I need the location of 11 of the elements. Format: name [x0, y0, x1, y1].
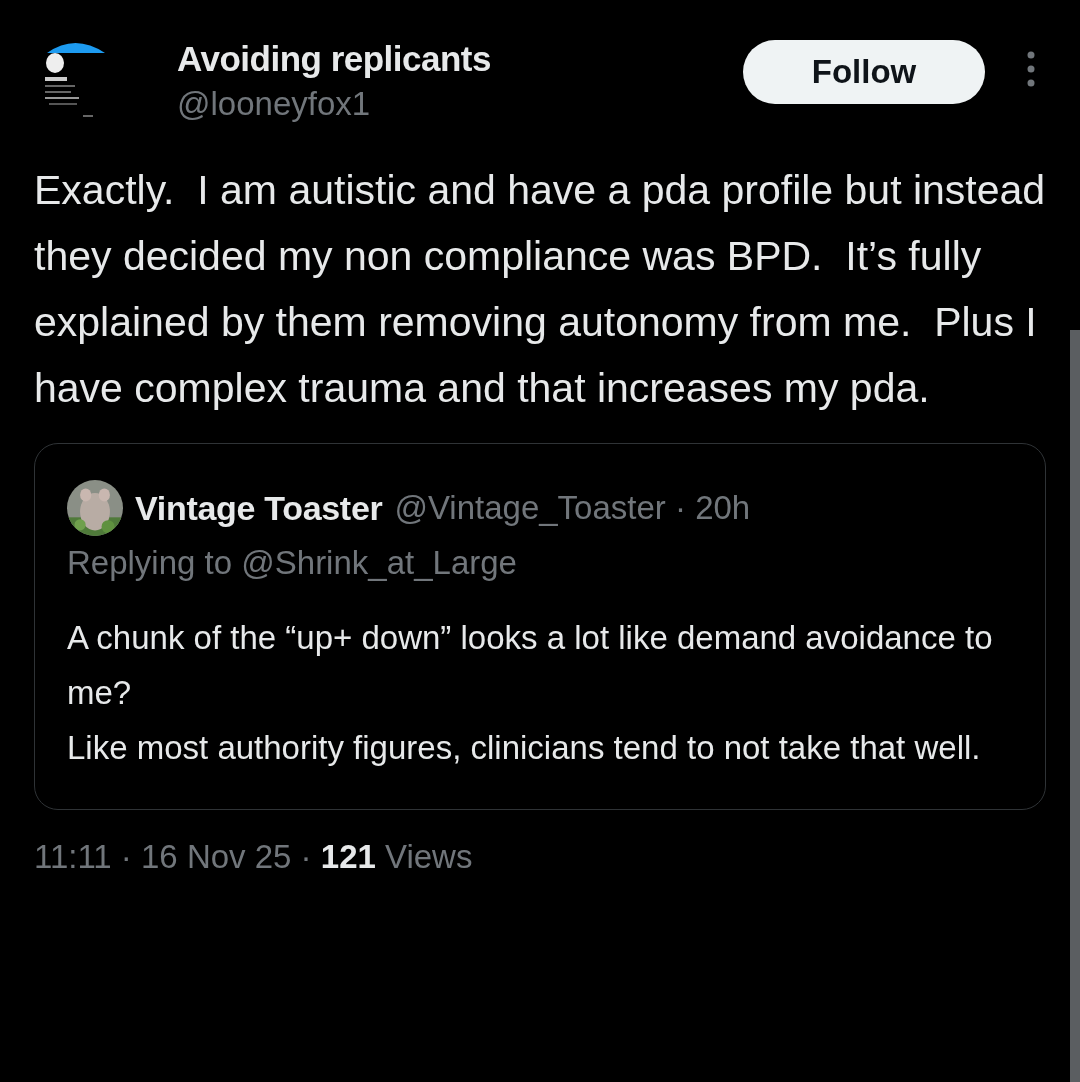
quoted-tweet-text: A chunk of the “up+ down” looks a lot like demand avoidance to me? Like most authority figures, clinicians tend to not take that well.	[67, 618, 994, 768]
tweet-text: Exactly. I am autistic and have a pda profile but instead they decided my non compliance was BPD. It’s fully explained by them removing autonomy from me. Plus I have complex trauma and that increases my pda.	[34, 166, 1046, 413]
user-handle: @looneyfox1	[177, 85, 372, 123]
quoted-handle-time: @Vintage_Toaster · 20h	[394, 489, 751, 527]
tweet-timestamp-views: 11:11 · 16 Nov 25 · 121 Views	[34, 838, 474, 876]
display-name: Avoiding replicants	[177, 39, 492, 79]
more-icon[interactable]	[1027, 51, 1035, 87]
quoted-display-name: Vintage Toaster	[135, 488, 383, 528]
follow-button[interactable]: Follow	[743, 40, 985, 104]
scrollbar[interactable]	[1070, 330, 1080, 1082]
replying-to-text: Replying to @Shrink_at_Large	[67, 544, 518, 582]
